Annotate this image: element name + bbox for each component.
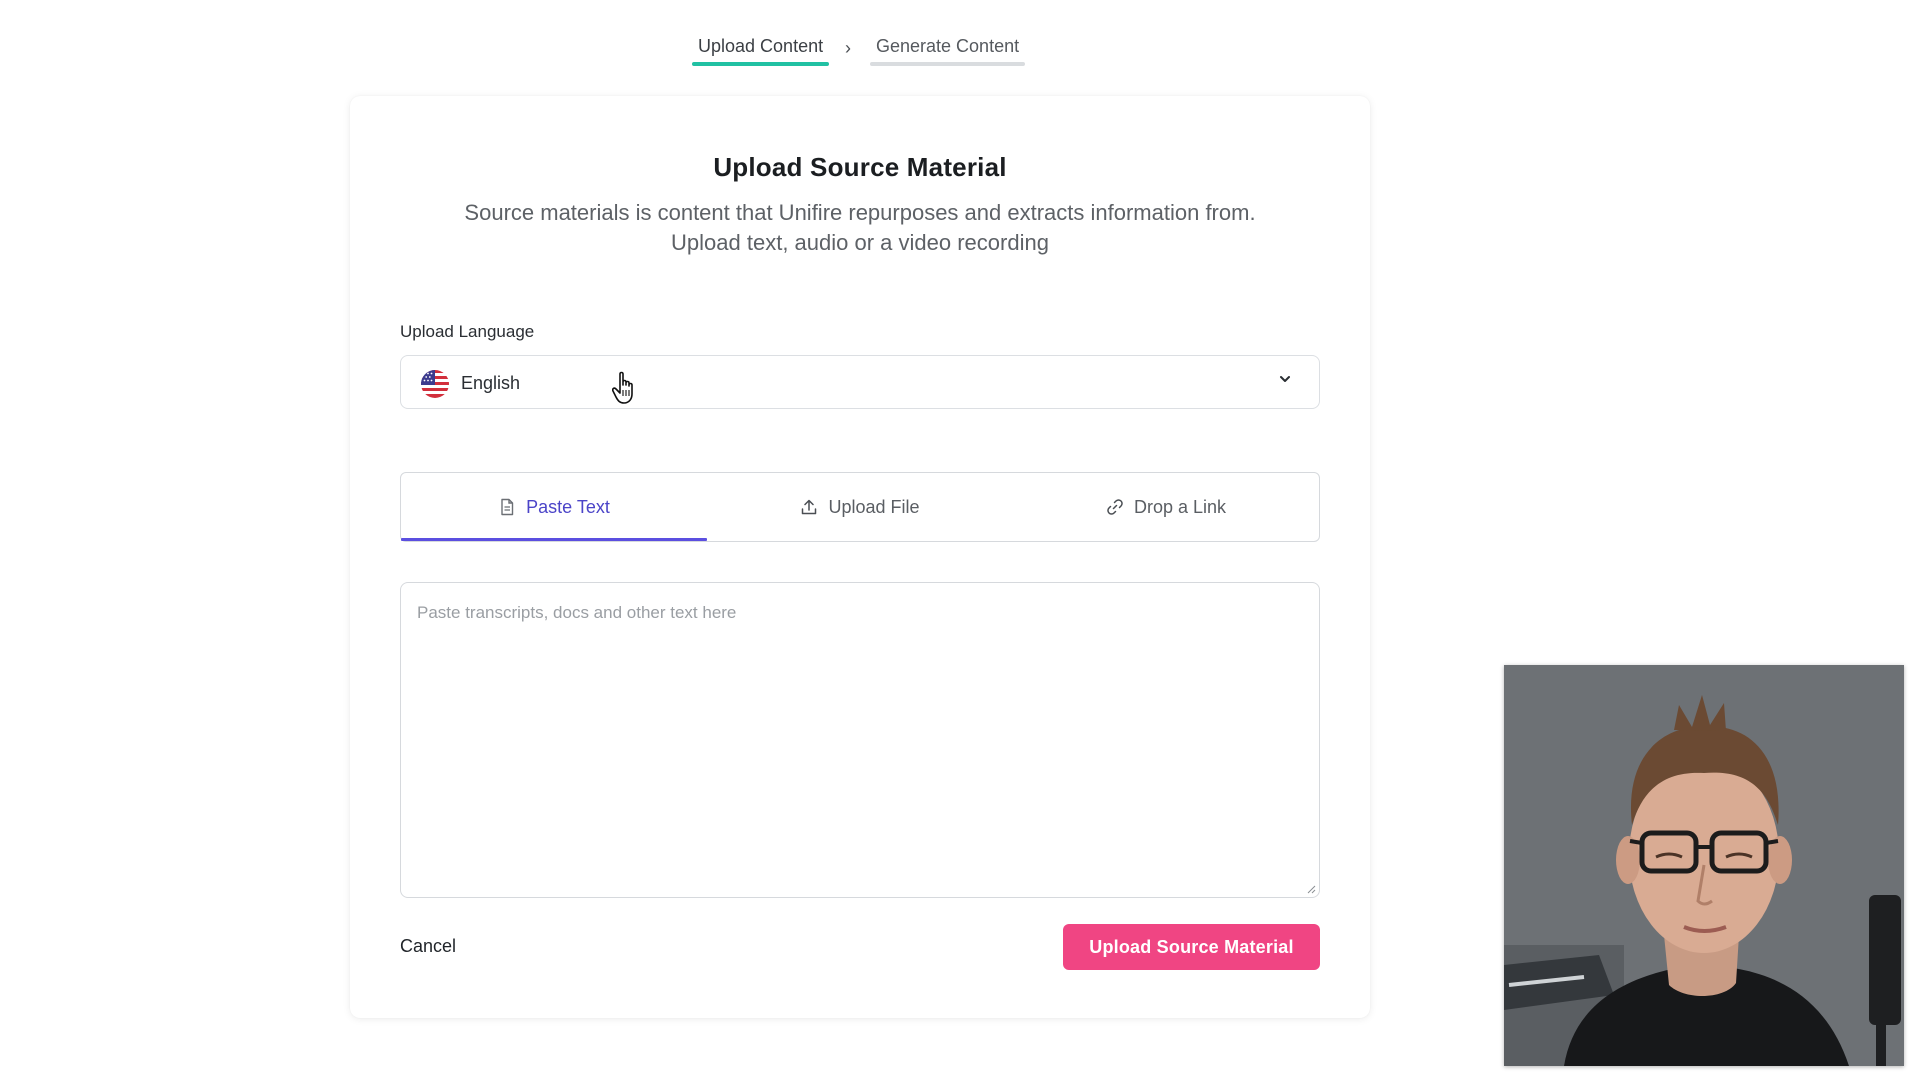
link-icon xyxy=(1107,499,1123,515)
hand-pointer-cursor-icon xyxy=(612,371,633,404)
active-tab-indicator xyxy=(401,538,707,541)
progress-stepper: Upload Content › Generate Content xyxy=(0,36,1720,72)
page-subtitle: Source materials is content that Unifire… xyxy=(410,198,1310,258)
subtitle-line: Upload text, audio or a video recording xyxy=(671,230,1049,255)
page-title: Upload Source Material xyxy=(713,152,1007,182)
step-label: Upload Content xyxy=(698,36,824,56)
step-progress-bar xyxy=(692,62,830,66)
step-progress-bar xyxy=(870,62,1026,66)
upload-source-material-button[interactable]: Upload Source Material xyxy=(1063,924,1320,970)
textarea-placeholder: Paste transcripts, docs and other text h… xyxy=(417,603,737,622)
language-select[interactable]: English xyxy=(400,355,1320,409)
tab-label: Upload File xyxy=(828,496,920,517)
subtitle-line: Source materials is content that Unifire… xyxy=(464,200,1256,225)
tab-drop-a-link[interactable]: Drop a Link xyxy=(1013,473,1319,541)
webcam-video-overlay xyxy=(1504,665,1904,1066)
step-upload-content[interactable]: Upload Content xyxy=(692,36,830,66)
paste-text-area[interactable]: Paste transcripts, docs and other text h… xyxy=(400,582,1320,898)
tab-upload-file[interactable]: Upload File xyxy=(707,473,1013,541)
chevron-right-icon: › xyxy=(845,38,851,58)
resize-handle-icon[interactable] xyxy=(1306,884,1316,894)
step-label: Generate Content xyxy=(876,36,1020,56)
cancel-button[interactable]: Cancel xyxy=(400,936,456,957)
tab-label: Paste Text xyxy=(526,496,610,517)
upload-language-label: Upload Language xyxy=(400,322,535,341)
language-value: English xyxy=(461,373,521,393)
upload-icon xyxy=(802,499,817,515)
document-icon xyxy=(501,498,514,516)
chevron-down-icon xyxy=(1280,376,1290,382)
step-generate-content[interactable]: Generate Content xyxy=(870,36,1026,66)
tab-paste-text[interactable]: Paste Text xyxy=(401,473,707,541)
upload-card: Upload Source Material Source materials … xyxy=(350,96,1370,1018)
us-flag-icon xyxy=(421,370,449,398)
presenter-image xyxy=(1504,665,1904,1066)
source-type-tabs: Paste Text Upload File Drop a Link xyxy=(400,472,1320,542)
tab-label: Drop a Link xyxy=(1133,496,1227,517)
